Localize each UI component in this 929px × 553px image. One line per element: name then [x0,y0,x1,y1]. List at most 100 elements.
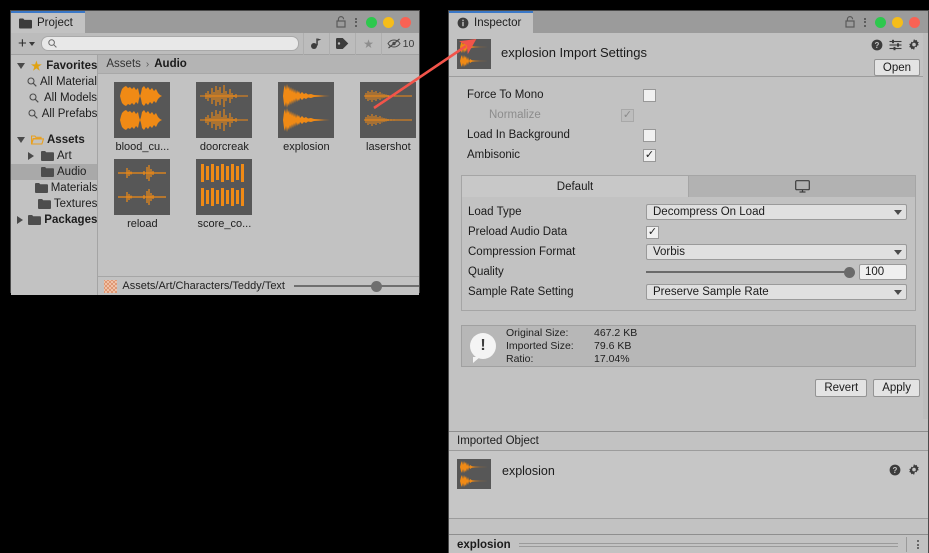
create-asset-button[interactable]: + [11,39,41,49]
window-dot-red[interactable] [909,17,920,28]
ambisonic-checkbox[interactable]: ✓ [643,149,656,162]
tree-item-all-models[interactable]: All Models [11,90,97,106]
asset-item-explosion[interactable]: explosion [276,82,336,153]
prop-ambisonic[interactable]: Ambisonic ✓ [449,145,928,165]
standalone-monitor-icon [795,180,810,193]
twisty-right-icon[interactable] [15,216,25,224]
inspector-header-icons: ? [871,39,920,51]
asset-label: score_co... [197,218,251,230]
tree-item-label: All Materials [40,76,98,88]
asset-item[interactable]: score_co... [194,159,254,230]
lock-icon[interactable] [336,16,346,28]
asset-item[interactable]: blood_cu... [112,82,172,153]
asset-item[interactable]: doorcreak [194,82,254,153]
tree-item-all-prefabs[interactable]: All Prefabs [11,106,97,122]
window-dot-red[interactable] [400,17,411,28]
window-dot-green[interactable] [875,17,886,28]
tag-icon [336,38,349,49]
asset-item[interactable]: reload [112,159,172,230]
tree-item-audio[interactable]: Audio [11,164,97,180]
ratio-value: 17.04% [594,353,637,365]
quality-value-field[interactable]: 100 [859,264,907,280]
normalize-checkbox: ✓ [621,109,634,122]
force-to-mono-checkbox[interactable] [643,89,656,102]
tree-item-assets[interactable]: Assets [11,132,97,148]
tree-item-materials[interactable]: Materials [11,180,97,196]
info-icon [457,17,469,29]
slider-handle[interactable] [844,267,855,278]
audio-object-icon [310,37,323,50]
apply-revert-buttons: Revert Apply [449,367,928,397]
search-input[interactable] [61,38,292,49]
breadcrumb-root[interactable]: Assets [106,58,141,70]
tree-item-label: Audio [57,166,86,178]
field-label: Sample Rate Setting [468,286,646,298]
unity-editor-screenshot: Project + [0,0,929,553]
search-box[interactable] [41,36,299,51]
twisty-down-icon[interactable] [15,63,27,69]
revert-button[interactable]: Revert [815,379,867,397]
prop-label: Ambisonic [467,149,643,161]
hidden-packages-button[interactable]: 10 [381,33,419,55]
imported-object-name: explosion [502,459,555,478]
twisty-down-icon[interactable] [15,137,27,143]
imported-object-icons: ? [889,459,920,476]
help-icon[interactable]: ? [889,464,901,476]
lock-icon[interactable] [845,16,855,28]
window-dot-yellow[interactable] [383,17,394,28]
tree-item-label: All Prefabs [42,108,98,120]
inspector-scrollbar[interactable] [923,33,928,419]
filter-by-type-button[interactable] [303,33,329,55]
twisty-right-icon[interactable] [25,152,37,160]
footer-menu-icon[interactable] [906,537,922,552]
preset-icon[interactable] [889,39,902,51]
imported-size-label: Imported Size: [506,340,594,352]
prop-label: Normalize [467,109,621,121]
sample-rate-setting-dropdown[interactable]: Preserve Sample Rate [646,284,907,300]
tree-item-textures[interactable]: Textures [11,196,97,212]
import-size-table: Original Size: 467.2 KB Imported Size: 7… [506,327,637,365]
apply-button[interactable]: Apply [873,379,920,397]
tree-item-favorites[interactable]: ★ Favorites [11,58,97,74]
inspector-footer: explosion [449,535,928,553]
field-sample-rate-setting: Sample Rate Setting Preserve Sample Rate [462,282,915,302]
load-in-background-checkbox[interactable] [643,129,656,142]
asset-item[interactable]: lasershot [358,82,418,153]
prop-force-to-mono[interactable]: Force To Mono [449,85,928,105]
load-type-dropdown[interactable]: Decompress On Load [646,204,907,220]
star-icon: ★ [363,38,374,50]
filter-favorites-button[interactable]: ★ [355,33,381,55]
gear-icon[interactable] [908,464,920,476]
field-preload-audio-data: Preload Audio Data ✓ [462,222,915,242]
project-toolbar: + ★ [11,33,419,55]
inspector-menu-icon[interactable] [861,18,869,27]
window-dot-green[interactable] [366,17,377,28]
tab-project[interactable]: Project [11,11,85,33]
prop-normalize: Normalize ✓ [449,105,928,125]
tree-item-label: Materials [51,182,98,194]
thumbnail-size-slider[interactable] [294,281,419,292]
asset-label: doorcreak [200,141,249,153]
preload-audio-data-checkbox[interactable]: ✓ [646,226,659,239]
prop-label: Force To Mono [467,89,643,101]
tree-item-all-materials[interactable]: All Materials [11,74,97,90]
filter-by-label-button[interactable] [329,33,355,55]
help-icon[interactable]: ? [871,39,883,51]
tab-inspector[interactable]: Inspector [449,11,533,33]
project-folder-tree: ★ Favorites All Materials All Models [11,55,98,295]
tree-item-packages[interactable]: Packages [11,212,97,228]
gear-icon[interactable] [908,39,920,51]
open-button[interactable]: Open [874,59,920,76]
ratio-label: Ratio: [506,353,594,365]
tab-standalone[interactable] [689,176,915,197]
prop-label: Load In Background [467,129,643,141]
prop-load-in-background[interactable]: Load In Background [449,125,928,145]
quality-slider[interactable]: 100 [646,264,915,280]
star-icon: ★ [30,60,44,72]
window-dot-yellow[interactable] [892,17,903,28]
tree-item-label: Packages [44,214,97,226]
compression-format-dropdown[interactable]: Vorbis [646,244,907,260]
tab-default[interactable]: Default [462,176,689,197]
tree-item-art[interactable]: Art [11,148,97,164]
project-menu-icon[interactable] [352,18,360,27]
